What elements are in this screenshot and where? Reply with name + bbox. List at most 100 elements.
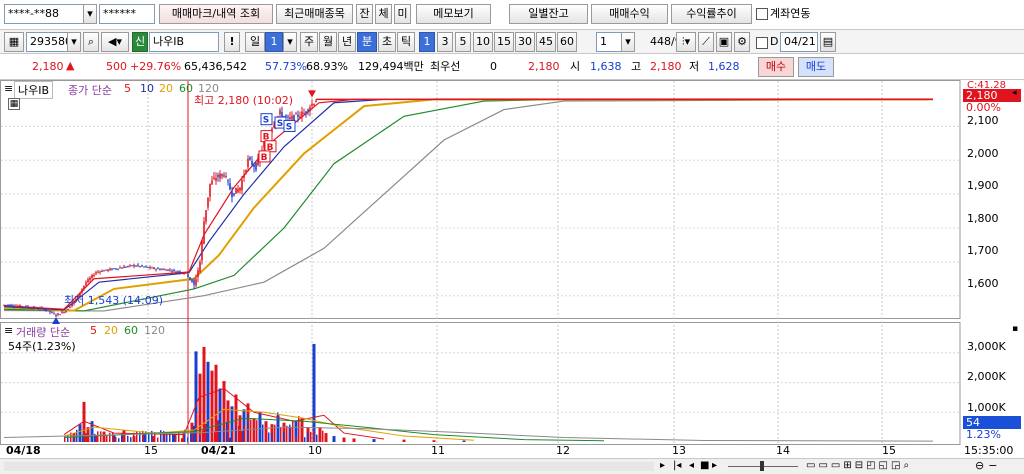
- candle-body: [217, 174, 219, 177]
- balance-button[interactable]: 잔: [356, 4, 373, 24]
- trade-mark-history-button[interactable]: 매매마크/내역 조회: [159, 4, 273, 24]
- candle-body: [147, 267, 149, 269]
- return-trend-button[interactable]: 수익률추이: [671, 4, 752, 24]
- volume-collapse-icon[interactable]: ▪: [1012, 324, 1018, 334]
- period-minute-button[interactable]: 분: [357, 32, 377, 52]
- zoom-slider-thumb[interactable]: [760, 461, 764, 471]
- execution-button[interactable]: 체: [375, 4, 392, 24]
- candle-body: [21, 306, 23, 308]
- chart-menu-icon[interactable]: ≡: [4, 82, 13, 95]
- interval-5-button[interactable]: 5: [455, 32, 471, 52]
- scroll-track[interactable]: [4, 462, 654, 471]
- candle-body: [255, 162, 257, 171]
- volume-menu-icon[interactable]: ≡: [4, 324, 13, 337]
- code-dropdown-button[interactable]: ▾: [67, 32, 81, 52]
- volume-bar: [235, 426, 237, 442]
- volume-bar: [280, 427, 282, 442]
- period-week-button[interactable]: 주: [300, 32, 318, 52]
- account-toolbar: ****-**88 ▾ ****** 매매마크/내역 조회 최근매매종목 잔 체…: [0, 0, 1024, 30]
- date-checkbox[interactable]: [756, 37, 768, 49]
- account-number-field[interactable]: ****-**88: [4, 4, 84, 24]
- save-icon[interactable]: ▣: [716, 32, 732, 52]
- collapse-icon[interactable]: ◂: [1012, 88, 1017, 98]
- candle-body: [117, 268, 119, 270]
- buy-button[interactable]: 매수: [758, 57, 794, 77]
- memo-button[interactable]: 메모보기: [416, 4, 491, 24]
- first-page-icon[interactable]: |◂: [673, 459, 681, 473]
- candle-body: [305, 111, 307, 113]
- candle-body: [23, 306, 25, 308]
- price-volume-chart[interactable]: S S SBBB: [0, 80, 1024, 474]
- period-tick-button[interactable]: 틱: [397, 32, 415, 52]
- period-month-button[interactable]: 월: [319, 32, 337, 52]
- stock-code-field[interactable]: 293580: [26, 32, 68, 52]
- candle-body: [289, 117, 291, 120]
- zoom-controls[interactable]: ⊖−+⊕: [975, 459, 1024, 474]
- chart-area[interactable]: SSSBBB ≡ 나우IB 종가 단순 5 10 20 60 120 ▦ 최고 …: [0, 80, 1024, 474]
- low-label: 저: [689, 60, 700, 73]
- account-link-checkbox[interactable]: [756, 8, 768, 20]
- candle-body: [131, 265, 133, 267]
- next-page-icon[interactable]: ▸: [712, 459, 717, 473]
- candle-body: [189, 277, 191, 280]
- unfilled-button[interactable]: 미: [394, 4, 411, 24]
- search-icon[interactable]: ⌕: [83, 32, 99, 52]
- code-list-icon[interactable]: ▦: [4, 32, 24, 52]
- daily-balance-button[interactable]: 일별잔고: [509, 4, 588, 24]
- interval-3-button[interactable]: 3: [437, 32, 453, 52]
- sound-icon[interactable]: ◀▾: [101, 32, 129, 52]
- sell-marker-label: S: [286, 122, 292, 132]
- sell-button[interactable]: 매도: [798, 57, 834, 77]
- draw-tool-icon[interactable]: ⟋: [698, 32, 714, 52]
- interval-count-dropdown[interactable]: ▾: [621, 32, 635, 52]
- recent-stocks-button[interactable]: 최근매매종목: [276, 4, 353, 24]
- volume-bar: [244, 425, 246, 442]
- stop-icon[interactable]: ■: [700, 459, 709, 473]
- trade-profit-button[interactable]: 매매수익: [591, 4, 668, 24]
- candle-body: [57, 313, 59, 315]
- period-count-dropdown[interactable]: ▾: [283, 32, 297, 52]
- price-tick-label: 2,000: [967, 147, 999, 160]
- interval-15-button[interactable]: 15: [494, 32, 514, 52]
- candle-body: [163, 269, 165, 271]
- grid-toggle-icon[interactable]: ▦: [8, 98, 20, 110]
- account-dropdown-button[interactable]: ▾: [83, 4, 97, 24]
- volume-bar: [198, 373, 202, 442]
- period-second-button[interactable]: 초: [378, 32, 396, 52]
- candle-body: [213, 177, 215, 179]
- prev-page-icon[interactable]: ◂: [689, 459, 694, 473]
- candle-body: [303, 112, 305, 114]
- view-mode-icons[interactable]: ▭▭▭⊞⊟◰◱◲⌕: [806, 459, 912, 473]
- chart-scrollbar[interactable]: ▸ |◂ ◂ ■ ▸ ▭▭▭⊞⊟◰◱◲⌕ ⊖−+⊕: [0, 458, 1024, 474]
- volume-bar: [342, 437, 346, 442]
- scroll-right-icon[interactable]: ▸: [660, 459, 665, 473]
- stock-name-field[interactable]: 나우IB: [149, 32, 219, 52]
- candle-body: [103, 270, 105, 272]
- period-count-field[interactable]: 1: [265, 32, 283, 52]
- date-field[interactable]: 04/21: [780, 32, 818, 52]
- candle-body: [15, 305, 17, 307]
- interval-count-field[interactable]: 1: [596, 32, 622, 52]
- volume-bar: [253, 436, 255, 442]
- date-label: D: [770, 35, 779, 48]
- interval-10-button[interactable]: 10: [473, 32, 493, 52]
- candle-body: [243, 175, 245, 178]
- interval-60-button[interactable]: 60: [557, 32, 577, 52]
- period-year-button[interactable]: 년: [338, 32, 356, 52]
- interval-45-button[interactable]: 45: [536, 32, 556, 52]
- candle-body: [193, 280, 195, 285]
- period-day-button[interactable]: 일: [245, 32, 265, 52]
- candle-body: [153, 267, 155, 269]
- calendar-icon[interactable]: ▤: [820, 32, 836, 52]
- volume-bar: [304, 437, 306, 442]
- candle-settings-icon[interactable]: ⫶▾: [676, 32, 696, 52]
- candle-body: [37, 308, 39, 310]
- gear-icon[interactable]: ⚙: [734, 32, 750, 52]
- interval-1-button[interactable]: 1: [419, 32, 435, 52]
- volume-bar: [127, 435, 129, 442]
- interval-30-button[interactable]: 30: [515, 32, 535, 52]
- alert-icon[interactable]: !: [224, 32, 240, 52]
- volume-bar: [271, 433, 273, 442]
- volume-bar: [112, 432, 114, 442]
- password-field[interactable]: ******: [99, 4, 155, 24]
